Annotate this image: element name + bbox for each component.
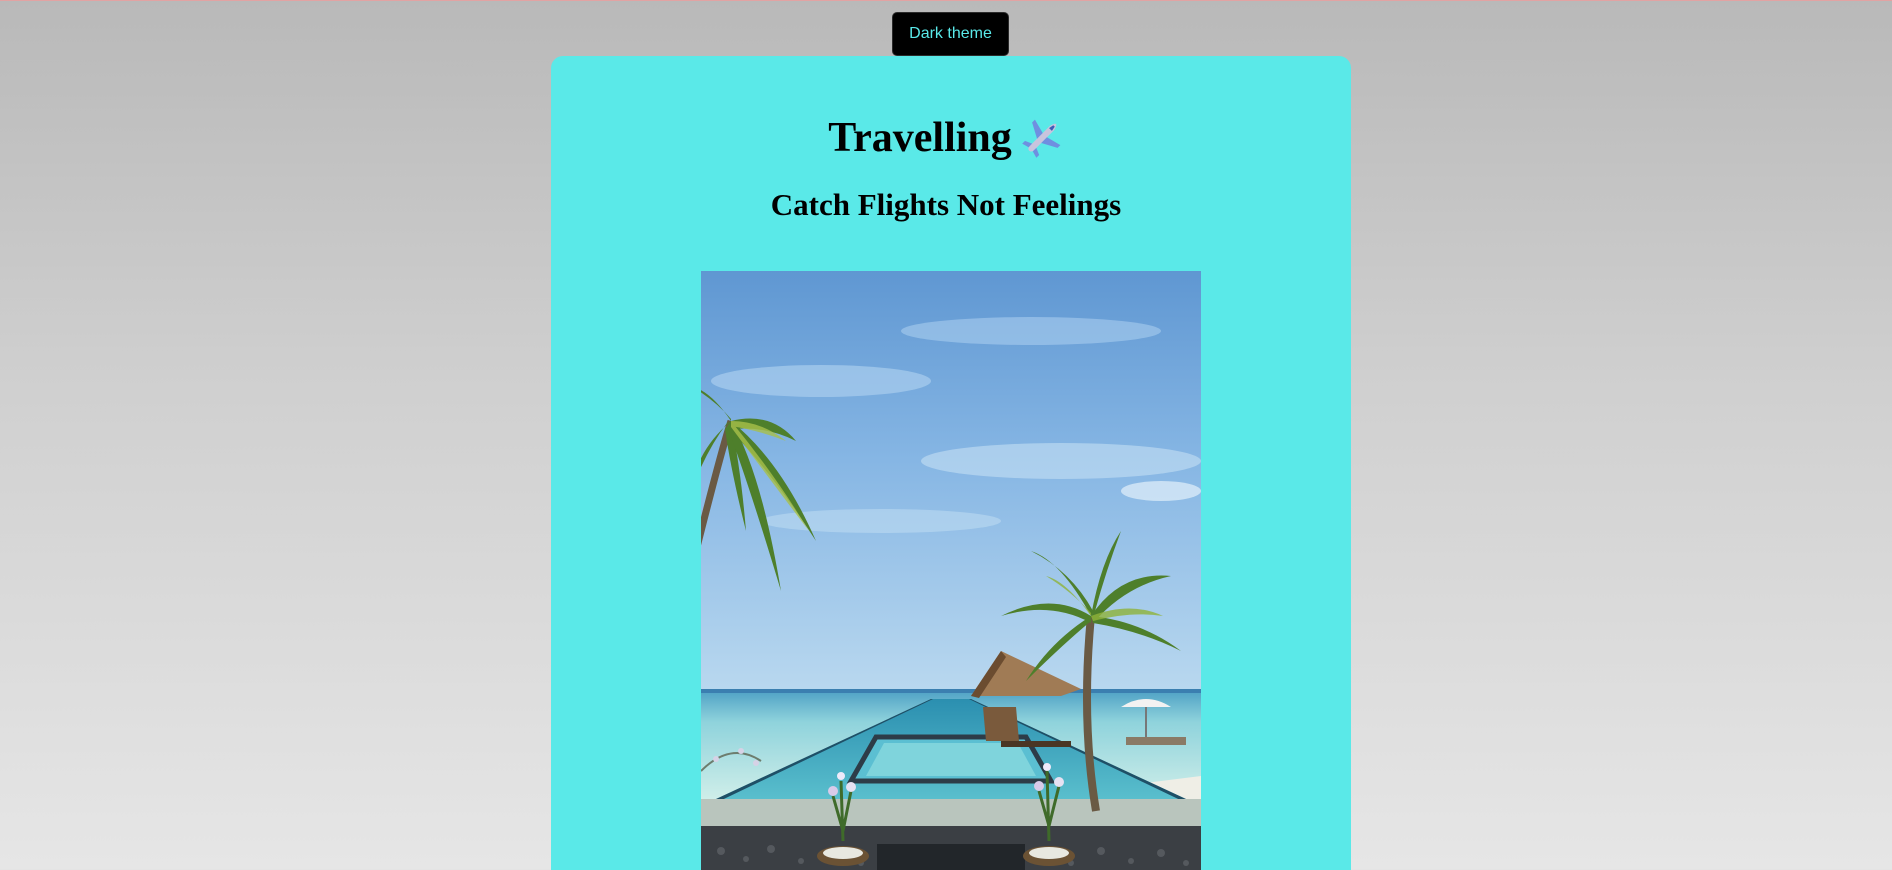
dark-theme-toggle-button[interactable]: Dark theme — [892, 12, 1009, 56]
page-title-text: Travelling — [828, 115, 1012, 161]
travel-photo — [701, 271, 1201, 870]
airplane-icon — [1020, 116, 1064, 160]
page-subtitle: Catch Flights Not Feelings — [770, 187, 1122, 222]
page-title: Travelling — [0, 112, 1892, 164]
top-border-line — [0, 0, 1892, 1]
